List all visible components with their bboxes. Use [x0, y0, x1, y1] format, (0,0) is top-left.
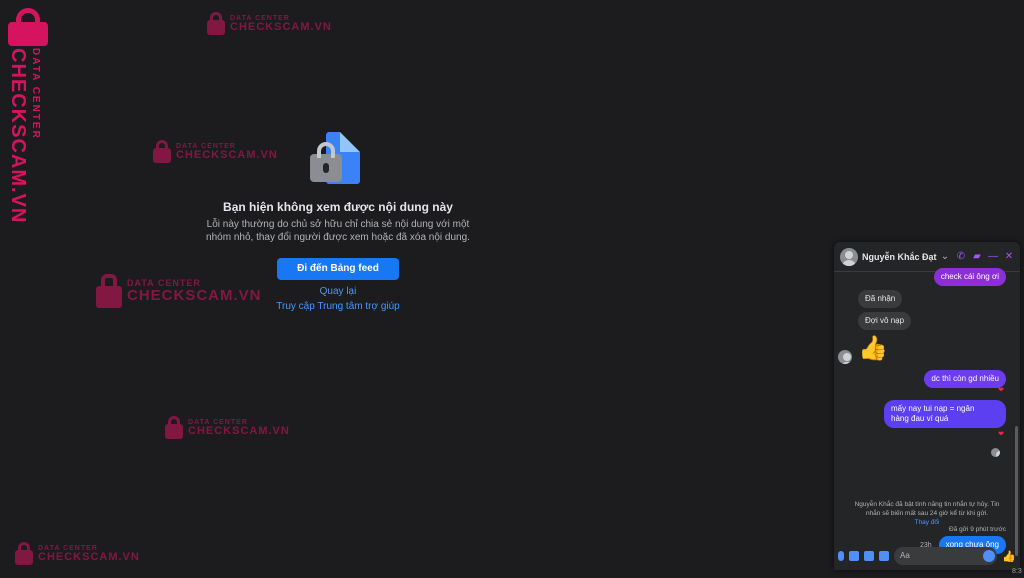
sticker-icon[interactable] — [864, 551, 874, 561]
outgoing-message[interactable]: dc thì còn gd nhiều — [924, 370, 1006, 388]
chat-composer: Aa 👍 — [834, 542, 1020, 570]
side-logo-brand: CHECKSCAM.VN — [7, 48, 29, 224]
heart-reaction-icon: ❤ — [998, 387, 1004, 394]
like-icon[interactable]: 👍 — [858, 334, 888, 363]
heart-reaction-icon: ❤ — [998, 431, 1004, 438]
close-icon[interactable]: ✕ — [1004, 251, 1014, 262]
lock-icon — [6, 8, 50, 46]
lock-icon — [152, 140, 172, 164]
chevron-down-icon[interactable]: ⌄ — [940, 251, 950, 262]
chat-contact-name[interactable]: Nguyễn Khắc Đạt — [862, 252, 940, 262]
chat-messages[interactable]: check cái ông ơi Đã nhận Đợi vô nạp 👍 dc… — [834, 268, 1020, 556]
help-center-link[interactable]: Truy cập Trung tâm trợ giúp — [200, 301, 476, 312]
avatar — [838, 350, 852, 364]
image-icon[interactable] — [849, 551, 859, 561]
side-logo-tagline: DATA CENTER — [30, 48, 41, 140]
watermark: DATA CENTER CHECKSCAM.VN — [206, 12, 332, 36]
outgoing-message[interactable]: check cái ông ơi — [933, 268, 1006, 286]
lock-icon — [164, 416, 184, 440]
sent-status: Đã gửi 9 phút trước — [948, 526, 1006, 533]
chat-scrollbar[interactable] — [1015, 426, 1018, 556]
incoming-message[interactable]: Đợi vô nạp — [858, 312, 912, 330]
gif-icon[interactable] — [879, 551, 889, 561]
self-destruct-notice: Nguyễn Khắc đã bật tính năng tin nhắn tự… — [842, 500, 1012, 527]
message-input[interactable]: Aa — [894, 547, 998, 565]
locked-content-icon — [308, 132, 368, 188]
emoji-icon[interactable] — [983, 550, 996, 562]
taskbar-clock: 8:3 — [1012, 568, 1022, 575]
lock-icon — [95, 274, 123, 308]
phone-icon[interactable]: ✆ — [956, 251, 966, 262]
page-title: Bạn hiện không xem được nội dung này — [223, 200, 453, 214]
description-line-1: Lỗi này thường do chủ sở hữu chỉ chia sẻ… — [206, 219, 470, 230]
lock-icon — [206, 12, 226, 36]
avatar[interactable] — [840, 247, 858, 266]
watermark: DATA CENTER CHECKSCAM.VN — [164, 416, 290, 440]
incoming-message[interactable]: Đã nhận — [858, 290, 903, 308]
minimize-icon[interactable]: — — [988, 251, 998, 262]
go-to-feed-button[interactable]: Đi đến Bảng feed — [277, 258, 399, 280]
thumbs-up-icon[interactable]: 👍 — [1002, 550, 1016, 563]
seen-avatar — [991, 448, 1000, 457]
checkscam-side-logo: CHECKSCAM.VN DATA CENTER — [4, 4, 50, 223]
content-unavailable-panel: Bạn hiện không xem được nội dung này Lỗi… — [200, 132, 476, 312]
back-link[interactable]: Quay lại — [200, 286, 476, 297]
description-line-2: nhóm nhỏ, thay đổi người được xem hoặc đ… — [206, 232, 470, 243]
chat-window: Nguyễn Khắc Đạt ⌄ ✆ ▰ — ✕ check cái ông … — [834, 242, 1020, 570]
microphone-icon[interactable] — [838, 551, 844, 561]
watermark: DATA CENTER CHECKSCAM.VN — [14, 542, 140, 566]
video-icon[interactable]: ▰ — [972, 251, 982, 262]
outgoing-message[interactable]: mấy nay tui nạp = ngân hàng đau ví quá — [884, 400, 1006, 428]
lock-icon — [14, 542, 34, 566]
